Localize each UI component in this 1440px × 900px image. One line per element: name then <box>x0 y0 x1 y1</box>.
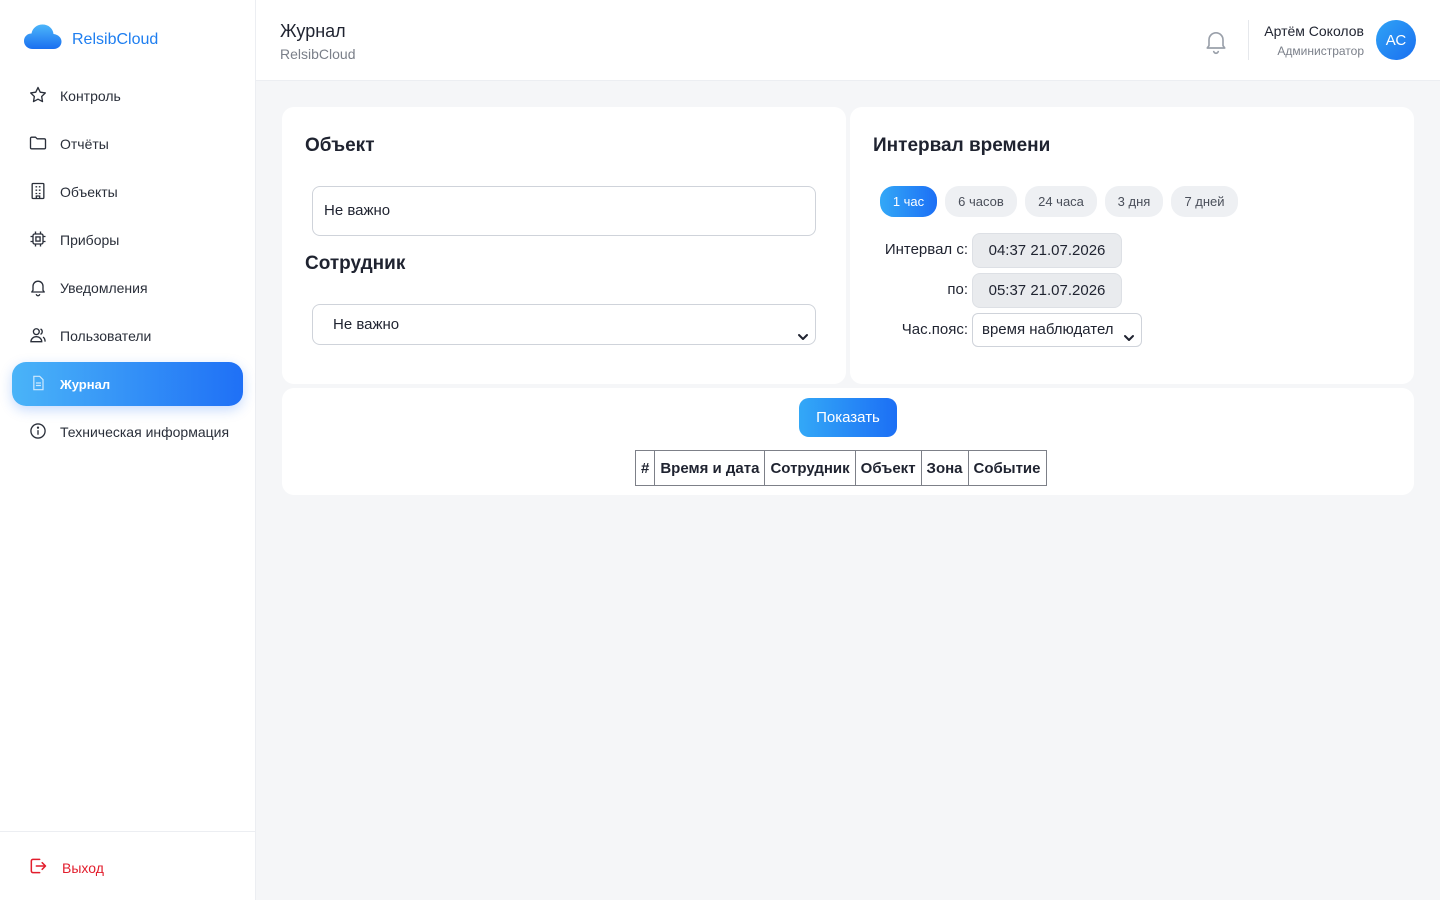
sidebar: RelsibCloud Контроль Отчёты Объекты Приб… <box>0 0 256 900</box>
preset-24-hours[interactable]: 24 часа <box>1025 186 1097 217</box>
top-header: Журнал RelsibCloud Артём Соколов Админис… <box>256 0 1440 81</box>
preset-6-hours[interactable]: 6 часов <box>945 186 1017 217</box>
journal-table: # Время и дата Сотрудник Объект Зона Соб… <box>634 450 1047 486</box>
preset-1-hour[interactable]: 1 час <box>880 186 937 217</box>
table-header-row: # Время и дата Сотрудник Объект Зона Соб… <box>634 450 1047 486</box>
chevron-down-icon <box>797 319 809 340</box>
star-icon <box>28 85 48 108</box>
logout-icon <box>28 856 48 879</box>
notifications-bell-icon[interactable] <box>1202 27 1230 55</box>
sidebar-item-reports[interactable]: Отчёты <box>12 122 243 166</box>
timezone-select-value: время наблюдател <box>982 321 1114 338</box>
preset-7-days[interactable]: 7 дней <box>1171 186 1238 217</box>
col-employee: Сотрудник <box>764 450 856 486</box>
page-subtitle: RelsibCloud <box>280 46 356 62</box>
timezone-select[interactable]: время наблюдател <box>972 313 1142 347</box>
info-icon <box>28 421 48 444</box>
time-interval-card: Интервал времени 1 час 6 часов 24 часа 3… <box>850 107 1414 384</box>
header-divider <box>1248 20 1249 60</box>
sidebar-nav: Контроль Отчёты Объекты Приборы Уведомле… <box>12 74 243 458</box>
timezone-label: Час.пояс: <box>901 321 968 338</box>
col-datetime: Время и дата <box>654 450 766 486</box>
sidebar-item-users[interactable]: Пользователи <box>12 314 243 358</box>
bell-icon <box>28 277 48 300</box>
user-role: Администратор <box>1277 44 1364 58</box>
interval-from-label: Интервал с: <box>884 241 968 258</box>
object-input[interactable]: Не важно <box>312 186 816 236</box>
col-zone: Зона <box>920 450 969 486</box>
sidebar-item-label: Уведомления <box>60 280 148 296</box>
folder-icon <box>28 133 48 156</box>
interval-heading: Интервал времени <box>873 135 1051 156</box>
sidebar-item-label: Отчёты <box>60 136 109 152</box>
interval-to-field[interactable]: 05:37 21.07.2026 <box>972 273 1122 308</box>
sidebar-footer: Выход <box>0 831 255 900</box>
interval-to-label: по: <box>947 281 968 298</box>
sidebar-item-label: Приборы <box>60 232 120 248</box>
page-title: Журнал <box>280 21 346 41</box>
sidebar-item-devices[interactable]: Приборы <box>12 218 243 262</box>
sidebar-item-notifications[interactable]: Уведомления <box>12 266 243 310</box>
employee-select[interactable]: Не важно <box>312 304 816 345</box>
sidebar-item-label: Контроль <box>60 88 121 104</box>
users-icon <box>28 325 48 348</box>
brand[interactable]: RelsibCloud <box>24 24 158 55</box>
logout-label: Выход <box>62 859 104 876</box>
brand-name: RelsibCloud <box>72 30 159 48</box>
sidebar-item-label: Объекты <box>60 184 118 200</box>
employee-select-value: Не важно <box>333 316 400 333</box>
results-card: Показать # Время и дата Сотрудник Объект… <box>282 388 1414 495</box>
interval-from-field[interactable]: 04:37 21.07.2026 <box>972 233 1122 268</box>
col-event: Событие <box>967 450 1047 486</box>
avatar[interactable]: АС <box>1376 20 1416 60</box>
show-button[interactable]: Показать <box>799 398 897 437</box>
col-number: # <box>634 450 656 486</box>
sidebar-item-label: Пользователи <box>60 328 152 344</box>
chip-icon <box>28 229 48 252</box>
sidebar-item-control[interactable]: Контроль <box>12 74 243 118</box>
chevron-down-icon <box>1123 324 1135 341</box>
col-object: Объект <box>854 450 922 486</box>
user-name: Артём Соколов <box>1264 23 1364 39</box>
building-icon <box>28 181 48 204</box>
cloud-icon <box>24 24 62 55</box>
logout-button[interactable]: Выход <box>28 856 104 879</box>
sidebar-item-journal[interactable]: Журнал <box>12 362 243 406</box>
sidebar-item-label: Журнал <box>60 376 111 392</box>
preset-3-days[interactable]: 3 дня <box>1105 186 1163 217</box>
employee-heading: Сотрудник <box>305 253 406 274</box>
sidebar-item-tech-info[interactable]: Техническая информация <box>12 410 243 454</box>
object-filter-card: Объект Не важно Сотрудник Не важно <box>282 107 846 384</box>
sidebar-item-label: Техническая информация <box>60 424 230 440</box>
document-icon <box>28 373 48 396</box>
object-heading: Объект <box>305 135 375 156</box>
sidebar-item-objects[interactable]: Объекты <box>12 170 243 214</box>
